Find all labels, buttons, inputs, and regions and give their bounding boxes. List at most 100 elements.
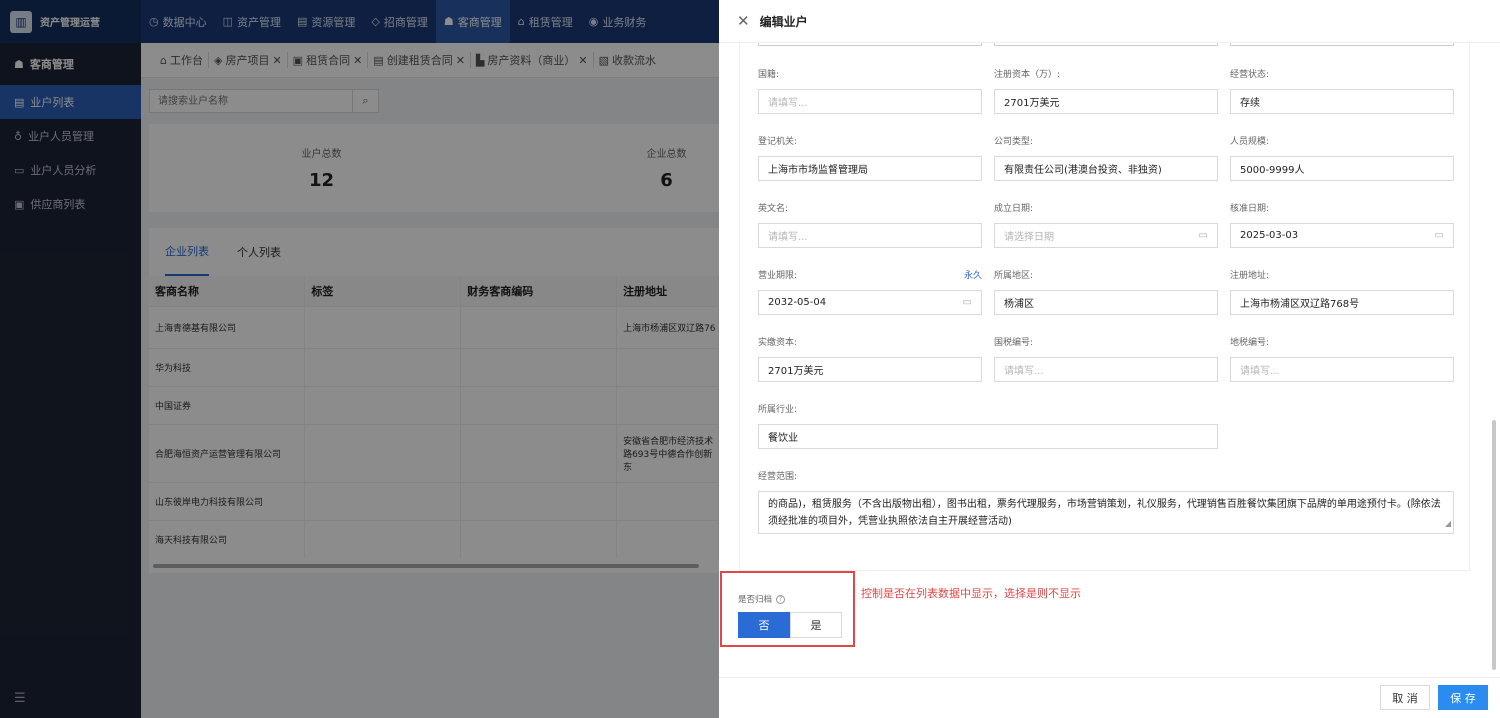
text-input[interactable]: 5000-9999人	[1230, 156, 1454, 181]
input-value: 有限责任公司(港澳台投资、非独资)	[1004, 165, 1162, 176]
field-label-text: 人员规模:	[1230, 137, 1270, 147]
field-label: 营业期限: 永久	[758, 268, 982, 282]
calendar-icon: ▭	[962, 297, 972, 308]
input-value: 请填写...	[768, 232, 808, 243]
date-picker[interactable]: 请选择日期 ▭	[994, 223, 1218, 248]
modal-mask[interactable]	[0, 0, 719, 718]
field-label: 国税编号:	[994, 335, 1218, 349]
input-value: 5000-9999人	[1240, 165, 1305, 176]
permanent-link[interactable]: 永久	[964, 268, 982, 282]
edit-form: 国籍: 请填写... 注册资本（万）: 2701万美元 经营状态: 存续登记机关: 上海市市…	[739, 43, 1470, 571]
field-label-text: 经营范围:	[758, 472, 798, 482]
text-input[interactable]: 上海市市场监督管理局	[758, 156, 982, 181]
archive-section: 是否归档 ? 否是	[720, 571, 855, 647]
field-scope: 经营范围: 的商品)，租赁服务（不含出版物出租），图书出租，票务代理服务，市场营销…	[758, 469, 1454, 534]
field-label: 成立日期:	[994, 201, 1218, 215]
field-stub	[758, 43, 982, 46]
field-region: 所属地区: 杨浦区	[994, 268, 1218, 315]
field-approve-date: 核准日期: 2025-03-03 ▭	[1230, 201, 1454, 248]
field-local-tax: 地税编号: 请填写...	[1230, 335, 1454, 382]
field-label-text: 英文名:	[758, 204, 789, 214]
field-biz-term: 营业期限: 永久 2032-05-04 ▭	[758, 268, 982, 315]
input-value: 2701万美元	[768, 366, 824, 377]
field-reg-address: 注册地址: 上海市杨浦区双辽路768号	[1230, 268, 1454, 315]
text-input[interactable]: 请填写...	[1230, 357, 1454, 382]
resize-handle-icon[interactable]: ◢	[1445, 515, 1451, 532]
input-value: 请填写...	[1240, 366, 1280, 377]
input-value: 2025-03-03	[1240, 230, 1299, 241]
date-picker[interactable]: 2025-03-03 ▭	[1230, 223, 1454, 248]
field-company-type: 公司类型: 有限责任公司(港澳台投资、非独资)	[994, 134, 1218, 181]
vertical-scrollbar[interactable]	[1492, 420, 1496, 670]
text-input[interactable]: 餐饮业	[758, 424, 1218, 449]
input-value: 请选择日期	[1004, 232, 1054, 243]
input-value: 上海市杨浦区双辽路768号	[1240, 299, 1360, 310]
text-input[interactable]: 2701万美元	[994, 89, 1218, 114]
field-label-text: 核准日期:	[1230, 204, 1270, 214]
field-label-text: 公司类型:	[994, 137, 1034, 147]
field-national-tax: 国税编号: 请填写...	[994, 335, 1218, 382]
field-industry: 所属行业: 餐饮业	[758, 402, 1218, 449]
text-input[interactable]: 请填写...	[758, 223, 982, 248]
archive-label: 是否归档 ?	[738, 593, 786, 605]
drawer-header: ✕ 编辑业户	[719, 0, 1500, 43]
date-picker[interactable]: 2032-05-04 ▭	[758, 290, 982, 315]
field-nationality: 国籍: 请填写...	[758, 67, 982, 114]
text-input[interactable]: 2701万美元	[758, 357, 982, 382]
field-label-text: 地税编号:	[1230, 338, 1270, 348]
field-label-text: 营业期限:	[758, 271, 798, 281]
field-label: 人员规模:	[1230, 134, 1454, 148]
field-label: 经营状态:	[1230, 67, 1454, 81]
calendar-icon: ▭	[1434, 230, 1444, 241]
field-paid-capital: 实缴资本: 2701万美元	[758, 335, 982, 382]
field-label: 所属行业:	[758, 402, 1218, 416]
archive-option-0[interactable]: 否	[738, 612, 790, 638]
archive-toggle: 否是	[738, 612, 842, 638]
calendar-icon: ▭	[1198, 230, 1208, 241]
input-value: 餐饮业	[768, 433, 798, 444]
drawer-title: 编辑业户	[759, 14, 808, 29]
field-label-text: 经营状态:	[1230, 70, 1270, 80]
field-label: 国籍:	[758, 67, 982, 81]
text-input[interactable]: 存续	[1230, 89, 1454, 114]
archive-label-text: 是否归档	[738, 595, 773, 605]
field-label-text: 成立日期:	[994, 204, 1034, 214]
field-label-text: 注册地址:	[1230, 271, 1270, 281]
text-input[interactable]: 请填写...	[994, 357, 1218, 382]
field-label-text: 国税编号:	[994, 338, 1034, 348]
input-value: 2032-05-04	[768, 297, 827, 308]
field-label: 注册地址:	[1230, 268, 1454, 282]
input-value: 请填写...	[768, 98, 808, 109]
text-input[interactable]: 有限责任公司(港澳台投资、非独资)	[994, 156, 1218, 181]
field-label: 所属地区:	[994, 268, 1218, 282]
field-staff-size: 人员规模: 5000-9999人	[1230, 134, 1454, 181]
input-value: 请填写...	[1004, 366, 1044, 377]
field-found-date: 成立日期: 请选择日期 ▭	[994, 201, 1218, 248]
field-label: 经营范围:	[758, 469, 1454, 483]
field-stub	[1230, 43, 1454, 46]
help-icon[interactable]: ?	[776, 594, 786, 604]
input-value: 2701万美元	[1004, 98, 1060, 109]
field-label: 登记机关:	[758, 134, 982, 148]
field-reg-capital: 注册资本（万）: 2701万美元	[994, 67, 1218, 114]
field-label-text: 注册资本（万）:	[994, 70, 1061, 80]
field-label-text: 登记机关:	[758, 137, 798, 147]
input-value: 存续	[1240, 98, 1260, 109]
field-label: 核准日期:	[1230, 201, 1454, 215]
cancel-button[interactable]: 取 消	[1380, 685, 1430, 710]
text-input[interactable]: 上海市杨浦区双辽路768号	[1230, 290, 1454, 315]
save-button[interactable]: 保 存	[1438, 685, 1488, 710]
field-biz-status: 经营状态: 存续	[1230, 67, 1454, 114]
close-icon[interactable]: ✕	[737, 12, 750, 30]
field-label-text: 所属地区:	[994, 271, 1034, 281]
field-label: 地税编号:	[1230, 335, 1454, 349]
annotation-note: 控制是否在列表数据中显示，选择是则不显示	[861, 587, 1081, 600]
field-label: 实缴资本:	[758, 335, 982, 349]
archive-option-1[interactable]: 是	[790, 612, 842, 638]
field-authority: 登记机关: 上海市市场监督管理局	[758, 134, 982, 181]
text-input[interactable]: 杨浦区	[994, 290, 1218, 315]
business-scope-textarea[interactable]: 的商品)，租赁服务（不含出版物出租），图书出租，票务代理服务，市场营销策划，礼仪…	[758, 491, 1454, 534]
field-label-text: 所属行业:	[758, 405, 798, 415]
textarea-value: 的商品)，租赁服务（不含出版物出租），图书出租，票务代理服务，市场营销策划，礼仪…	[768, 499, 1441, 527]
text-input[interactable]: 请填写...	[758, 89, 982, 114]
